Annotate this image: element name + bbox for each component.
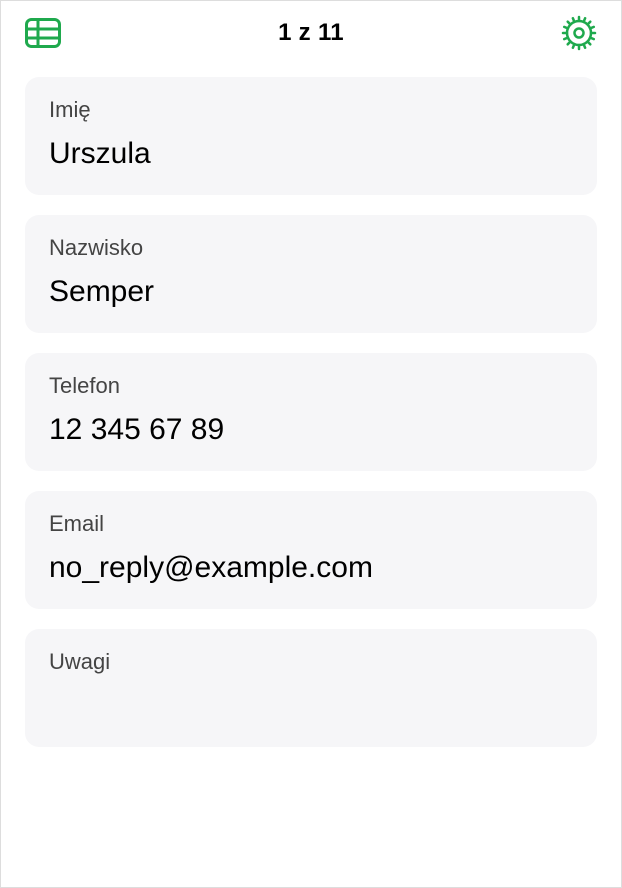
field-label: Telefon xyxy=(49,373,573,399)
settings-button[interactable] xyxy=(561,15,597,51)
field-card-imie[interactable]: Imię Urszula xyxy=(25,77,597,195)
gear-icon xyxy=(561,15,597,51)
field-value: 12 345 67 89 xyxy=(49,413,573,449)
field-card-nazwisko[interactable]: Nazwisko Semper xyxy=(25,215,597,333)
field-value: no_reply@example.com xyxy=(49,551,573,587)
field-label: Imię xyxy=(49,97,573,123)
field-value: Urszula xyxy=(49,137,573,173)
field-value xyxy=(49,689,573,725)
field-label: Nazwisko xyxy=(49,235,573,261)
table-icon xyxy=(25,18,61,48)
field-label: Email xyxy=(49,511,573,537)
field-card-email[interactable]: Email no_reply@example.com xyxy=(25,491,597,609)
table-view-button[interactable] xyxy=(25,15,61,51)
field-label: Uwagi xyxy=(49,649,573,675)
form-content: Imię Urszula Nazwisko Semper Telefon 12 … xyxy=(1,61,621,747)
field-card-uwagi[interactable]: Uwagi xyxy=(25,629,597,747)
field-value: Semper xyxy=(49,275,573,311)
field-card-telefon[interactable]: Telefon 12 345 67 89 xyxy=(25,353,597,471)
header: 1 z 11 xyxy=(1,1,621,61)
page-counter: 1 z 11 xyxy=(278,19,344,47)
